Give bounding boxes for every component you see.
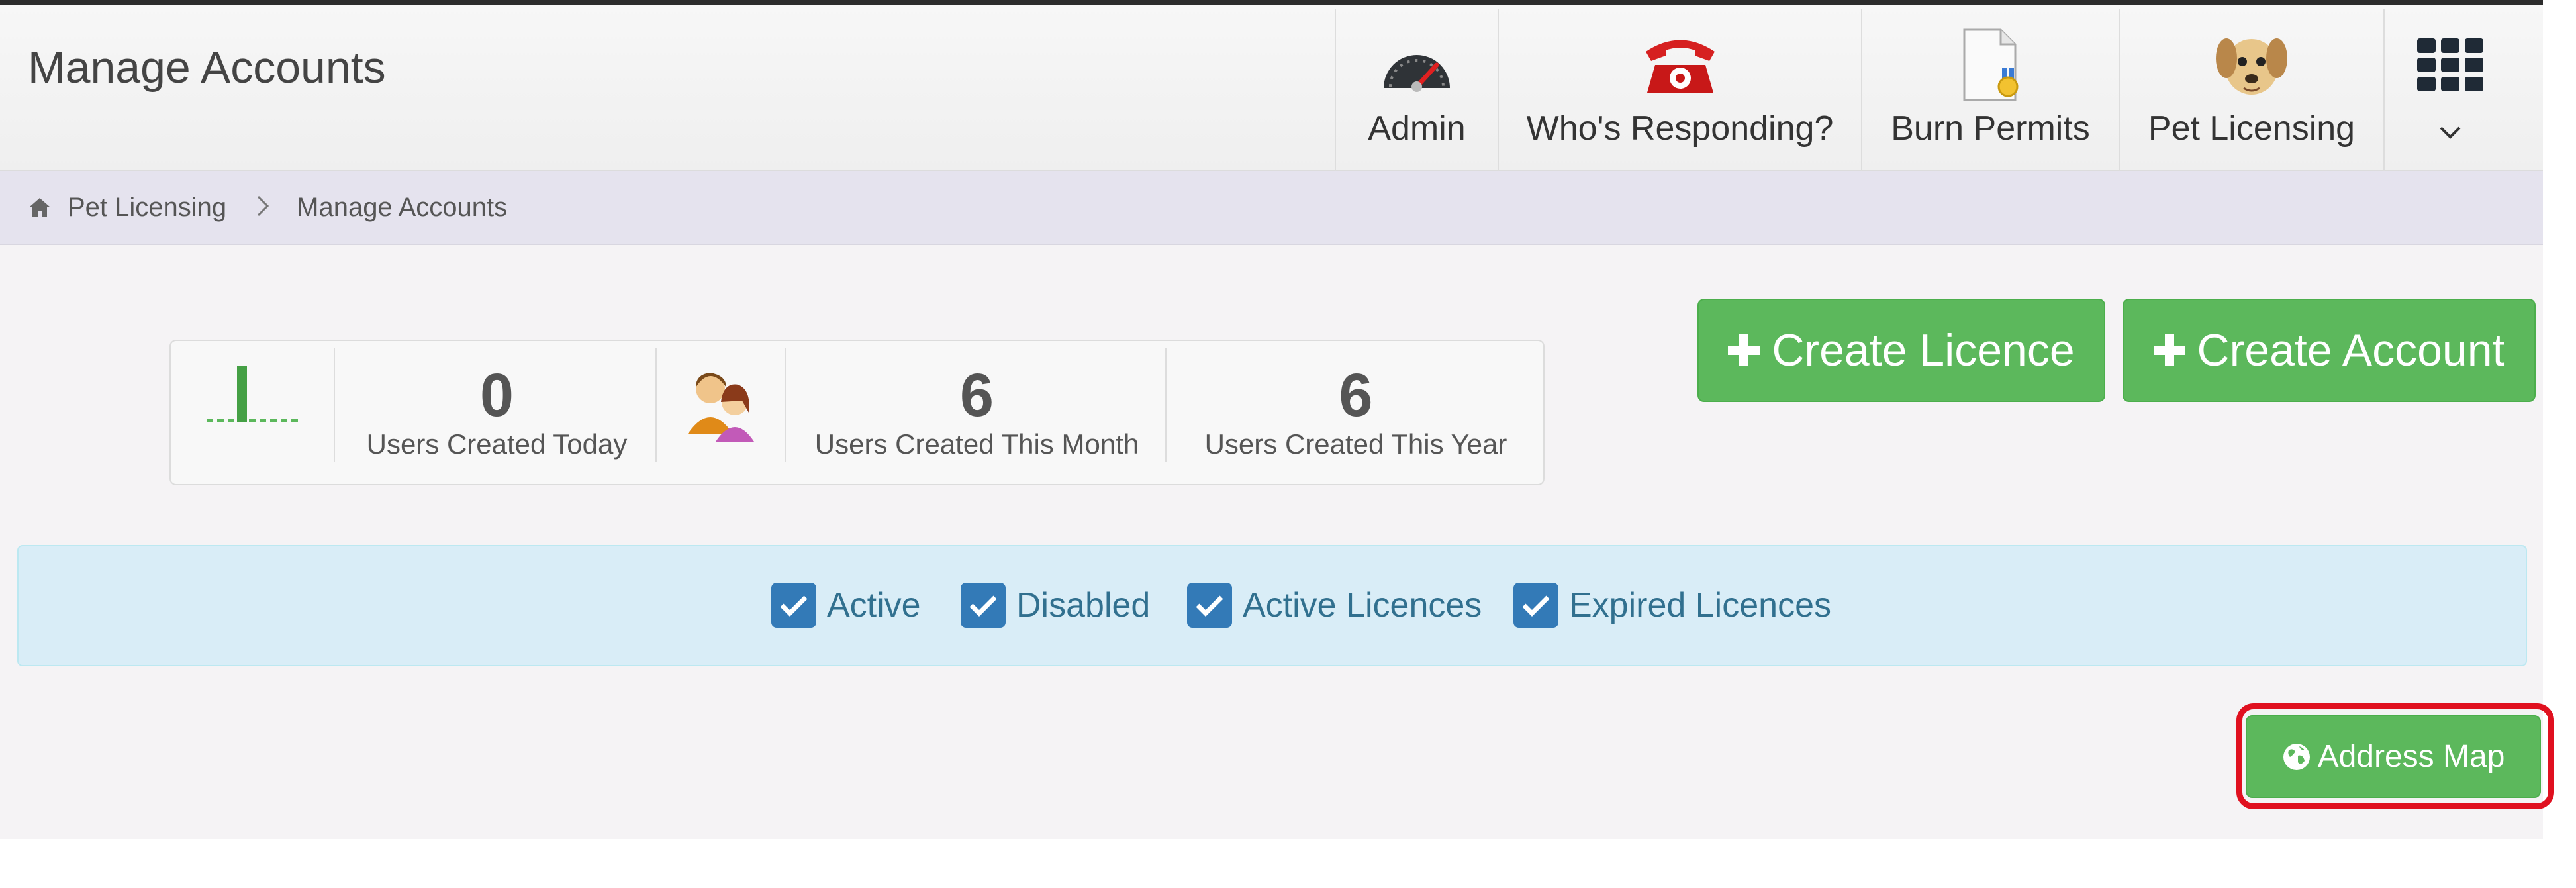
stat-value: 0 (479, 362, 514, 429)
dog-icon (2212, 32, 2291, 98)
stat-divider (785, 348, 786, 462)
top-border (0, 0, 2543, 5)
nav-burn-permits[interactable]: Burn Permits (1861, 9, 2119, 171)
create-licence-button[interactable]: Create Licence (1697, 299, 2105, 402)
page: Manage Accounts Admin Who's Responding? … (0, 0, 2554, 839)
user-stats-panel: 0 Users Created Today 6 Users Created Th… (169, 340, 1545, 485)
apps-grid-icon (2417, 32, 2483, 98)
highlight-box (2236, 703, 2554, 809)
checkbox-label: Disabled (1016, 586, 1151, 624)
stat-label: Users Created This Year (1204, 428, 1507, 460)
breadcrumb-link-pet-licensing[interactable]: Pet Licensing (68, 193, 226, 222)
chevron-down-icon (2439, 109, 2461, 148)
chevron-right-icon (256, 189, 270, 226)
stat-label: Users Created Today (366, 428, 628, 460)
checkbox-checked-icon (961, 583, 1006, 628)
red-phone-icon (1641, 32, 1720, 98)
checkbox-label: Expired Licences (1569, 586, 1831, 624)
filter-panel: Active Disabled Active Licences Expired … (17, 545, 2527, 666)
home-icon[interactable] (28, 197, 52, 218)
checkbox-checked-icon (771, 583, 816, 628)
certificate-document-icon (1954, 28, 2027, 101)
filter-disabled-checkbox[interactable]: Disabled (961, 583, 1150, 628)
button-label: Create Licence (1772, 325, 2075, 375)
checkbox-label: Active (827, 586, 921, 624)
nav-whos-responding[interactable]: Who's Responding? (1498, 9, 1861, 171)
stat-users-year: 6 Users Created This Year (1167, 341, 1545, 484)
checkbox-label: Active Licences (1243, 586, 1482, 624)
stat-label: Users Created This Month (814, 428, 1139, 460)
filter-expired-licences-checkbox[interactable]: Expired Licences (1513, 583, 1831, 628)
stat-divider (1165, 348, 1167, 462)
stat-value: 6 (1339, 362, 1373, 429)
plus-icon (2153, 334, 2185, 366)
sparkline-icon (171, 341, 336, 484)
breadcrumb-current: Manage Accounts (297, 192, 508, 222)
nav-admin[interactable]: Admin (1335, 9, 1498, 171)
checkbox-checked-icon (1513, 583, 1558, 628)
stat-users-month: 6 Users Created This Month (787, 341, 1167, 484)
filter-active-checkbox[interactable]: Active (771, 583, 921, 628)
page-title: Manage Accounts (28, 42, 386, 93)
users-group-icon (657, 341, 787, 484)
button-label: Create Account (2197, 325, 2505, 375)
stat-divider (655, 348, 657, 462)
speedometer-icon (1377, 32, 1456, 98)
checkbox-checked-icon (1187, 583, 1232, 628)
nav-label: Who's Responding? (1526, 109, 1834, 148)
create-account-button[interactable]: Create Account (2123, 299, 2536, 402)
nav-label: Pet Licensing (2148, 109, 2356, 148)
nav-label: Burn Permits (1891, 109, 2090, 148)
header: Manage Accounts Admin Who's Responding? … (0, 5, 2543, 171)
breadcrumb: Pet Licensing Manage Accounts (0, 171, 2543, 245)
nav-label: Admin (1368, 109, 1466, 148)
nav-pet-licensing[interactable]: Pet Licensing (2119, 9, 2383, 171)
filter-active-licences-checkbox[interactable]: Active Licences (1187, 583, 1482, 628)
stat-value: 6 (959, 362, 994, 429)
apps-menu-button[interactable] (2383, 9, 2516, 171)
stat-divider (334, 348, 335, 462)
plus-icon (1728, 334, 1760, 366)
stat-users-today: 0 Users Created Today (336, 341, 657, 484)
